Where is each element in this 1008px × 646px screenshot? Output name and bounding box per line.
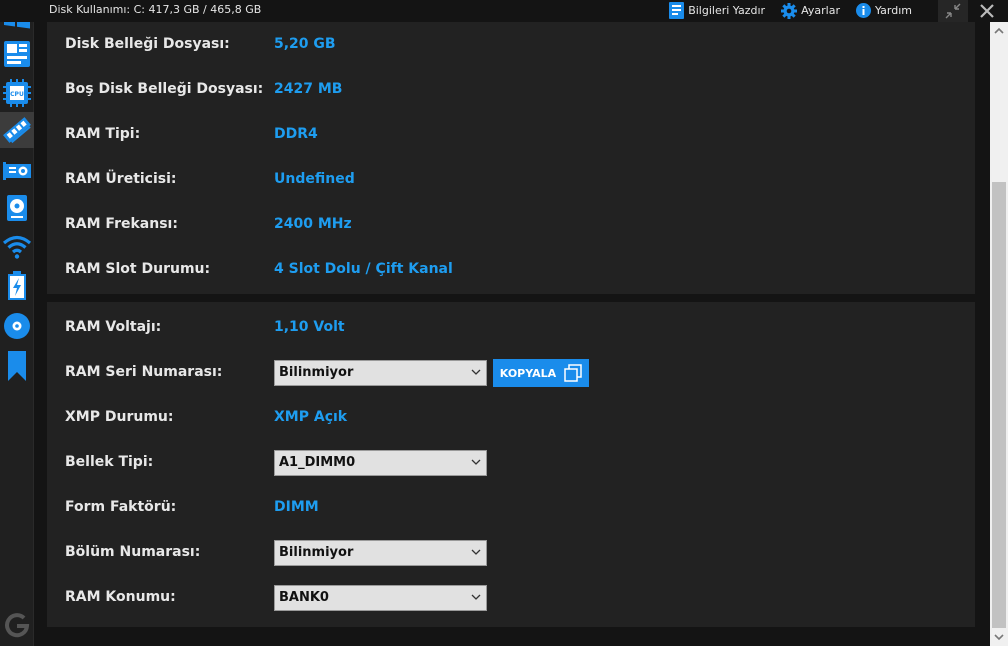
form-factor-row: Form Faktörü: DIMM xyxy=(47,493,975,523)
cpu-icon: CPU xyxy=(3,79,31,107)
info-label: RAM Slot Durumu: xyxy=(65,261,211,277)
sidebar-item-battery[interactable] xyxy=(0,268,34,304)
info-label: RAM Frekansı: xyxy=(65,216,178,232)
main-content: Disk Belleği Dosyası: 5,20 GB Boş Disk B… xyxy=(35,22,989,646)
arrow-up-icon xyxy=(994,27,1004,34)
chevron-down-icon xyxy=(471,594,481,600)
memory-type-select[interactable]: A1_DIMM0 xyxy=(274,450,487,476)
xmp-label: XMP Durumu: xyxy=(65,409,174,425)
settings-button[interactable]: Ayarlar xyxy=(781,2,840,19)
chevron-down-icon xyxy=(471,459,481,465)
gear-icon xyxy=(781,2,798,19)
info-value: DDR4 xyxy=(274,126,318,142)
location-label: RAM Konumu: xyxy=(65,589,176,605)
voltage-row: RAM Voltajı: 1,10 Volt xyxy=(47,313,975,343)
info-icon xyxy=(855,3,871,18)
ram-details-panel: RAM Voltajı: 1,10 Volt RAM Seri Numarası… xyxy=(47,302,975,627)
sidebar-item-optical[interactable] xyxy=(0,308,34,344)
memory-type-selected: A1_DIMM0 xyxy=(279,455,356,470)
form-factor-label: Form Faktörü: xyxy=(65,499,177,515)
part-number-row: Bölüm Numarası: Bilinmiyor xyxy=(47,538,975,568)
info-row: RAM Frekansı: 2400 MHz xyxy=(47,210,975,240)
info-label: Disk Belleği Dosyası: xyxy=(65,36,230,52)
info-row: Disk Belleği Dosyası: 5,20 GB xyxy=(47,30,975,60)
scroll-thumb[interactable] xyxy=(992,182,1006,628)
memory-type-label: Bellek Tipi: xyxy=(65,454,154,470)
xmp-value: XMP Açık xyxy=(274,409,348,425)
hard-drive-icon xyxy=(7,195,27,221)
bookmark-icon xyxy=(8,351,26,381)
print-icon xyxy=(669,2,685,19)
info-value: 2400 MHz xyxy=(274,216,352,232)
info-label: RAM Üreticisi: xyxy=(65,171,177,187)
help-label: Yardım xyxy=(874,4,912,17)
info-value: 2427 MB xyxy=(274,81,343,97)
serial-row: RAM Seri Numarası: Bilinmiyor KOPYALA xyxy=(47,358,975,388)
top-bar: Disk Kullanımı: C: 417,3 GB / 465,8 GB B… xyxy=(0,0,1008,22)
ram-icon xyxy=(3,117,31,144)
copy-icon xyxy=(564,364,582,382)
serial-label: RAM Seri Numarası: xyxy=(65,364,223,380)
info-label: RAM Tipi: xyxy=(65,126,141,142)
sidebar-item-bookmarks[interactable] xyxy=(0,348,34,384)
ram-info-panel: Disk Belleği Dosyası: 5,20 GB Boş Disk B… xyxy=(47,22,975,294)
scroll-down-button[interactable] xyxy=(990,629,1008,646)
sidebar-item-ram[interactable] xyxy=(0,112,34,148)
gpu-icon xyxy=(3,162,31,180)
copy-label: KOPYALA xyxy=(499,366,557,380)
location-select[interactable]: BANK0 xyxy=(274,585,487,611)
settings-label: Ayarlar xyxy=(801,4,840,17)
vertical-scrollbar[interactable] xyxy=(990,22,1008,646)
motherboard-icon xyxy=(4,41,30,67)
svg-text:CPU: CPU xyxy=(10,91,24,98)
serial-select[interactable]: Bilinmiyor xyxy=(274,360,487,386)
sidebar-item-motherboard[interactable] xyxy=(0,36,34,72)
info-value: Undefined xyxy=(274,171,355,187)
serial-selected: Bilinmiyor xyxy=(279,365,354,380)
disk-usage-text: Disk Kullanımı: C: 417,3 GB / 465,8 GB xyxy=(49,3,262,16)
location-row: RAM Konumu: BANK0 xyxy=(47,583,975,613)
xmp-row: XMP Durumu: XMP Açık xyxy=(47,403,975,433)
sidebar-item-storage[interactable] xyxy=(0,190,34,226)
location-selected: BANK0 xyxy=(279,590,329,605)
sidebar-item-cpu[interactable]: CPU xyxy=(0,75,34,111)
restore-window-button[interactable] xyxy=(938,0,968,22)
info-row: RAM Tipi: DDR4 xyxy=(47,120,975,150)
top-actions: Bilgileri Yazdır Ayarlar Yardım xyxy=(669,2,912,19)
voltage-value: 1,10 Volt xyxy=(274,319,345,335)
close-icon xyxy=(980,4,994,18)
part-number-label: Bölüm Numarası: xyxy=(65,544,201,560)
battery-icon xyxy=(8,271,26,300)
scroll-up-button[interactable] xyxy=(990,22,1008,39)
memory-type-row: Bellek Tipi: A1_DIMM0 xyxy=(47,448,975,478)
help-button[interactable]: Yardım xyxy=(855,3,912,18)
print-info-label: Bilgileri Yazdır xyxy=(688,4,766,17)
chevron-down-icon xyxy=(471,549,481,555)
info-value: 5,20 GB xyxy=(274,36,336,52)
restore-icon xyxy=(945,3,961,19)
chevron-down-icon xyxy=(471,369,481,375)
form-factor-value: DIMM xyxy=(274,499,319,515)
part-number-select[interactable]: Bilinmiyor xyxy=(274,540,487,566)
info-row: RAM Slot Durumu: 4 Slot Dolu / Çift Kana… xyxy=(47,255,975,285)
info-label: Boş Disk Belleği Dosyası: xyxy=(65,81,264,97)
info-row: Boş Disk Belleği Dosyası: 2427 MB xyxy=(47,75,975,105)
copy-serial-button[interactable]: KOPYALA xyxy=(493,359,589,387)
disc-icon xyxy=(4,313,30,339)
part-number-selected: Bilinmiyor xyxy=(279,545,354,560)
sidebar-item-network[interactable] xyxy=(0,229,34,265)
print-info-button[interactable]: Bilgileri Yazdır xyxy=(669,2,765,19)
sidebar-item-gpu[interactable] xyxy=(0,152,34,188)
close-window-button[interactable] xyxy=(972,0,1002,22)
app-logo-icon xyxy=(5,613,30,638)
voltage-label: RAM Voltajı: xyxy=(65,319,162,335)
arrow-down-icon xyxy=(994,634,1004,641)
wifi-icon xyxy=(2,235,32,259)
info-value: 4 Slot Dolu / Çift Kanal xyxy=(274,261,453,277)
info-row: RAM Üreticisi: Undefined xyxy=(47,165,975,195)
sidebar: CPU xyxy=(0,0,34,646)
